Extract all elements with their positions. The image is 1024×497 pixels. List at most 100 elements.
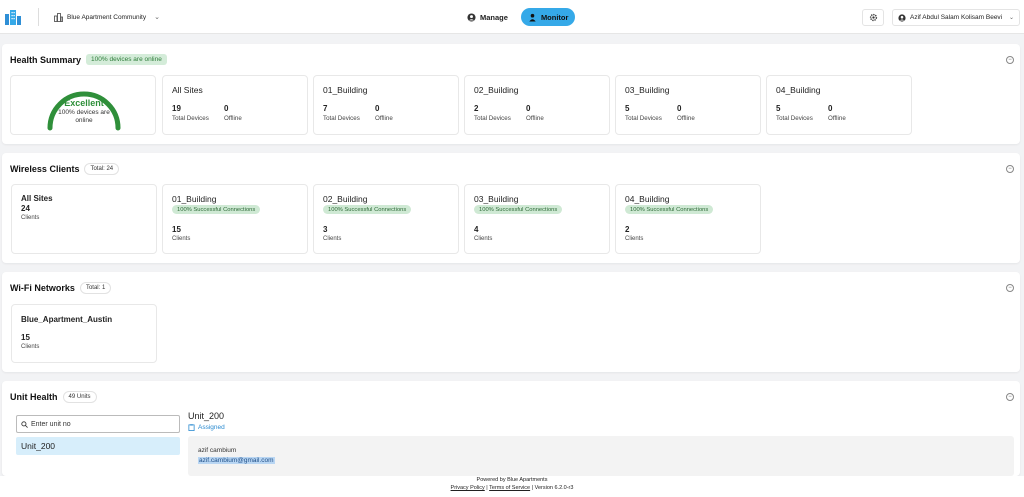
total-devices-label: Total Devices: [474, 115, 511, 122]
section-title: Unit Health: [10, 392, 58, 402]
nav-manage-label: Manage: [480, 12, 508, 22]
top-bar: Blue Apartment Community ⌄ Manage Monito…: [0, 0, 1024, 34]
offline-label: Offline: [224, 115, 242, 122]
total-badge: Total: 24: [84, 163, 120, 175]
collapse-icon[interactable]: −: [1006, 284, 1014, 292]
site-selector[interactable]: Blue Apartment Community ⌄: [54, 10, 160, 24]
offline-label: Offline: [375, 115, 393, 122]
wireless-clients-header: Wireless Clients Total: 24: [10, 163, 120, 175]
offline-stat: 0 Offline: [224, 104, 242, 122]
offline-value: 0: [828, 104, 833, 113]
gauge-subtitle: 100% devices are online: [58, 109, 110, 124]
building-clients-card[interactable]: 03_Building 100% Successful Connections …: [464, 184, 610, 254]
site-health-card[interactable]: 03_Building 5 Total Devices 0 Offline: [615, 75, 761, 135]
version-text: Version 6.2.0-r3: [534, 485, 574, 491]
building-clients-card[interactable]: 01_Building 100% Successful Connections …: [162, 184, 308, 254]
collapse-icon[interactable]: −: [1006, 165, 1014, 173]
clients-count: 4: [474, 225, 479, 234]
card-title: All Sites: [21, 194, 53, 203]
clients-label: Clients: [474, 236, 493, 242]
settings-button[interactable]: [862, 9, 884, 26]
collapse-icon[interactable]: −: [1006, 393, 1014, 401]
card-title: 02_Building: [323, 194, 368, 204]
total-devices-value: 2: [474, 104, 479, 113]
total-devices-label: Total Devices: [172, 115, 209, 122]
total-devices-value: 5: [776, 104, 781, 113]
connection-badge: 100% Successful Connections: [323, 205, 412, 214]
buildings-logo-icon[interactable]: [4, 8, 22, 26]
unit-search-input[interactable]: Enter unit no: [16, 415, 180, 433]
total-devices-stat: 2 Total Devices: [474, 104, 511, 122]
total-devices-label: Total Devices: [323, 115, 360, 122]
offline-stat: 0 Offline: [828, 104, 846, 122]
site-health-card[interactable]: All Sites 19 Total Devices 0 Offline: [162, 75, 308, 135]
clients-count: 24: [21, 204, 30, 213]
card-title: 04_Building: [776, 85, 821, 95]
total-devices-stat: 19 Total Devices: [172, 104, 209, 122]
connection-badge: 100% Successful Connections: [474, 205, 563, 214]
unit-owner-panel: azif cambium azif.cambium@gmail.com: [188, 436, 1014, 476]
user-menu-button[interactable]: Azif Abdul Salam Kolisam Beevi ⌄: [892, 9, 1020, 26]
offline-label: Offline: [526, 115, 544, 122]
wifi-networks-header: Wi-Fi Networks Total: 1: [10, 282, 112, 294]
collapse-icon[interactable]: −: [1006, 56, 1014, 64]
site-health-card[interactable]: 01_Building 7 Total Devices 0 Offline: [313, 75, 459, 135]
assigned-label: Assigned: [198, 424, 225, 431]
user-circle-icon: [898, 13, 906, 22]
clients-count: 15: [21, 333, 30, 342]
unit-health-section: Unit Health 49 Units − Enter unit no Uni…: [2, 381, 1020, 476]
clients-count: 2: [625, 225, 630, 234]
nav-manage-button[interactable]: Manage: [460, 8, 515, 26]
nav-monitor-button[interactable]: Monitor: [520, 8, 576, 26]
user-name: Azif Abdul Salam Kolisam Beevi: [910, 14, 1003, 21]
unit-health-header: Unit Health 49 Units: [10, 391, 97, 403]
offline-value: 0: [677, 104, 682, 113]
total-devices-label: Total Devices: [625, 115, 662, 122]
total-devices-label: Total Devices: [776, 115, 813, 122]
divider: [38, 8, 39, 26]
building-clients-card[interactable]: 02_Building 100% Successful Connections …: [313, 184, 459, 254]
status-badge: 100% devices are online: [86, 54, 167, 65]
card-title: 03_Building: [625, 85, 670, 95]
site-health-card[interactable]: 04_Building 5 Total Devices 0 Offline: [766, 75, 912, 135]
all-sites-clients-card[interactable]: All Sites 24 Clients: [11, 184, 157, 254]
search-icon: [21, 420, 28, 428]
assigned-status: Assigned: [188, 424, 225, 431]
health-summary-section: Health Summary 100% devices are online −…: [2, 44, 1020, 144]
site-health-card[interactable]: 02_Building 2 Total Devices 0 Offline: [464, 75, 610, 135]
terms-of-service-link[interactable]: Terms of Service: [489, 485, 530, 491]
privacy-policy-link[interactable]: Privacy Policy: [451, 485, 485, 491]
card-title: 02_Building: [474, 85, 519, 95]
connection-badge: 100% Successful Connections: [172, 205, 261, 214]
section-title: Wireless Clients: [10, 164, 80, 174]
health-gauge-card: Excellent 100% devices are online: [10, 75, 156, 135]
total-devices-value: 19: [172, 104, 181, 113]
owner-email[interactable]: azif.cambium@gmail.com: [198, 457, 275, 464]
clients-label: Clients: [323, 236, 342, 242]
clients-count: 3: [323, 225, 328, 234]
building-clients-card[interactable]: 04_Building 100% Successful Connections …: [615, 184, 761, 254]
owner-name: azif cambium: [198, 447, 237, 454]
powered-by-text: Powered by Blue Apartments: [476, 477, 548, 483]
user-circle-icon: [467, 12, 476, 22]
unit-detail-title: Unit_200: [188, 411, 225, 421]
clients-label: Clients: [21, 215, 40, 221]
wifi-network-card[interactable]: Blue_Apartment_Austin 15 Clients: [11, 304, 157, 363]
offline-stat: 0 Offline: [375, 104, 393, 122]
card-title: All Sites: [172, 85, 203, 95]
card-title: 04_Building: [625, 194, 670, 204]
offline-value: 0: [526, 104, 531, 113]
card-title: 01_Building: [172, 194, 217, 204]
offline-label: Offline: [828, 115, 846, 122]
clients-label: Clients: [625, 236, 644, 242]
unit-search-placeholder: Enter unit no: [31, 420, 71, 428]
section-title: Wi-Fi Networks: [10, 283, 75, 293]
health-summary-header: Health Summary 100% devices are online: [10, 54, 167, 65]
wireless-clients-section: Wireless Clients Total: 24 − All Sites 2…: [2, 153, 1020, 263]
clients-label: Clients: [172, 236, 191, 242]
units-badge: 49 Units: [62, 391, 97, 403]
clipboard-icon: [188, 424, 195, 431]
main-nav: Manage Monitor: [460, 8, 576, 26]
total-devices-stat: 7 Total Devices: [323, 104, 360, 122]
unit-list-item-selected[interactable]: Unit_200: [16, 437, 180, 455]
